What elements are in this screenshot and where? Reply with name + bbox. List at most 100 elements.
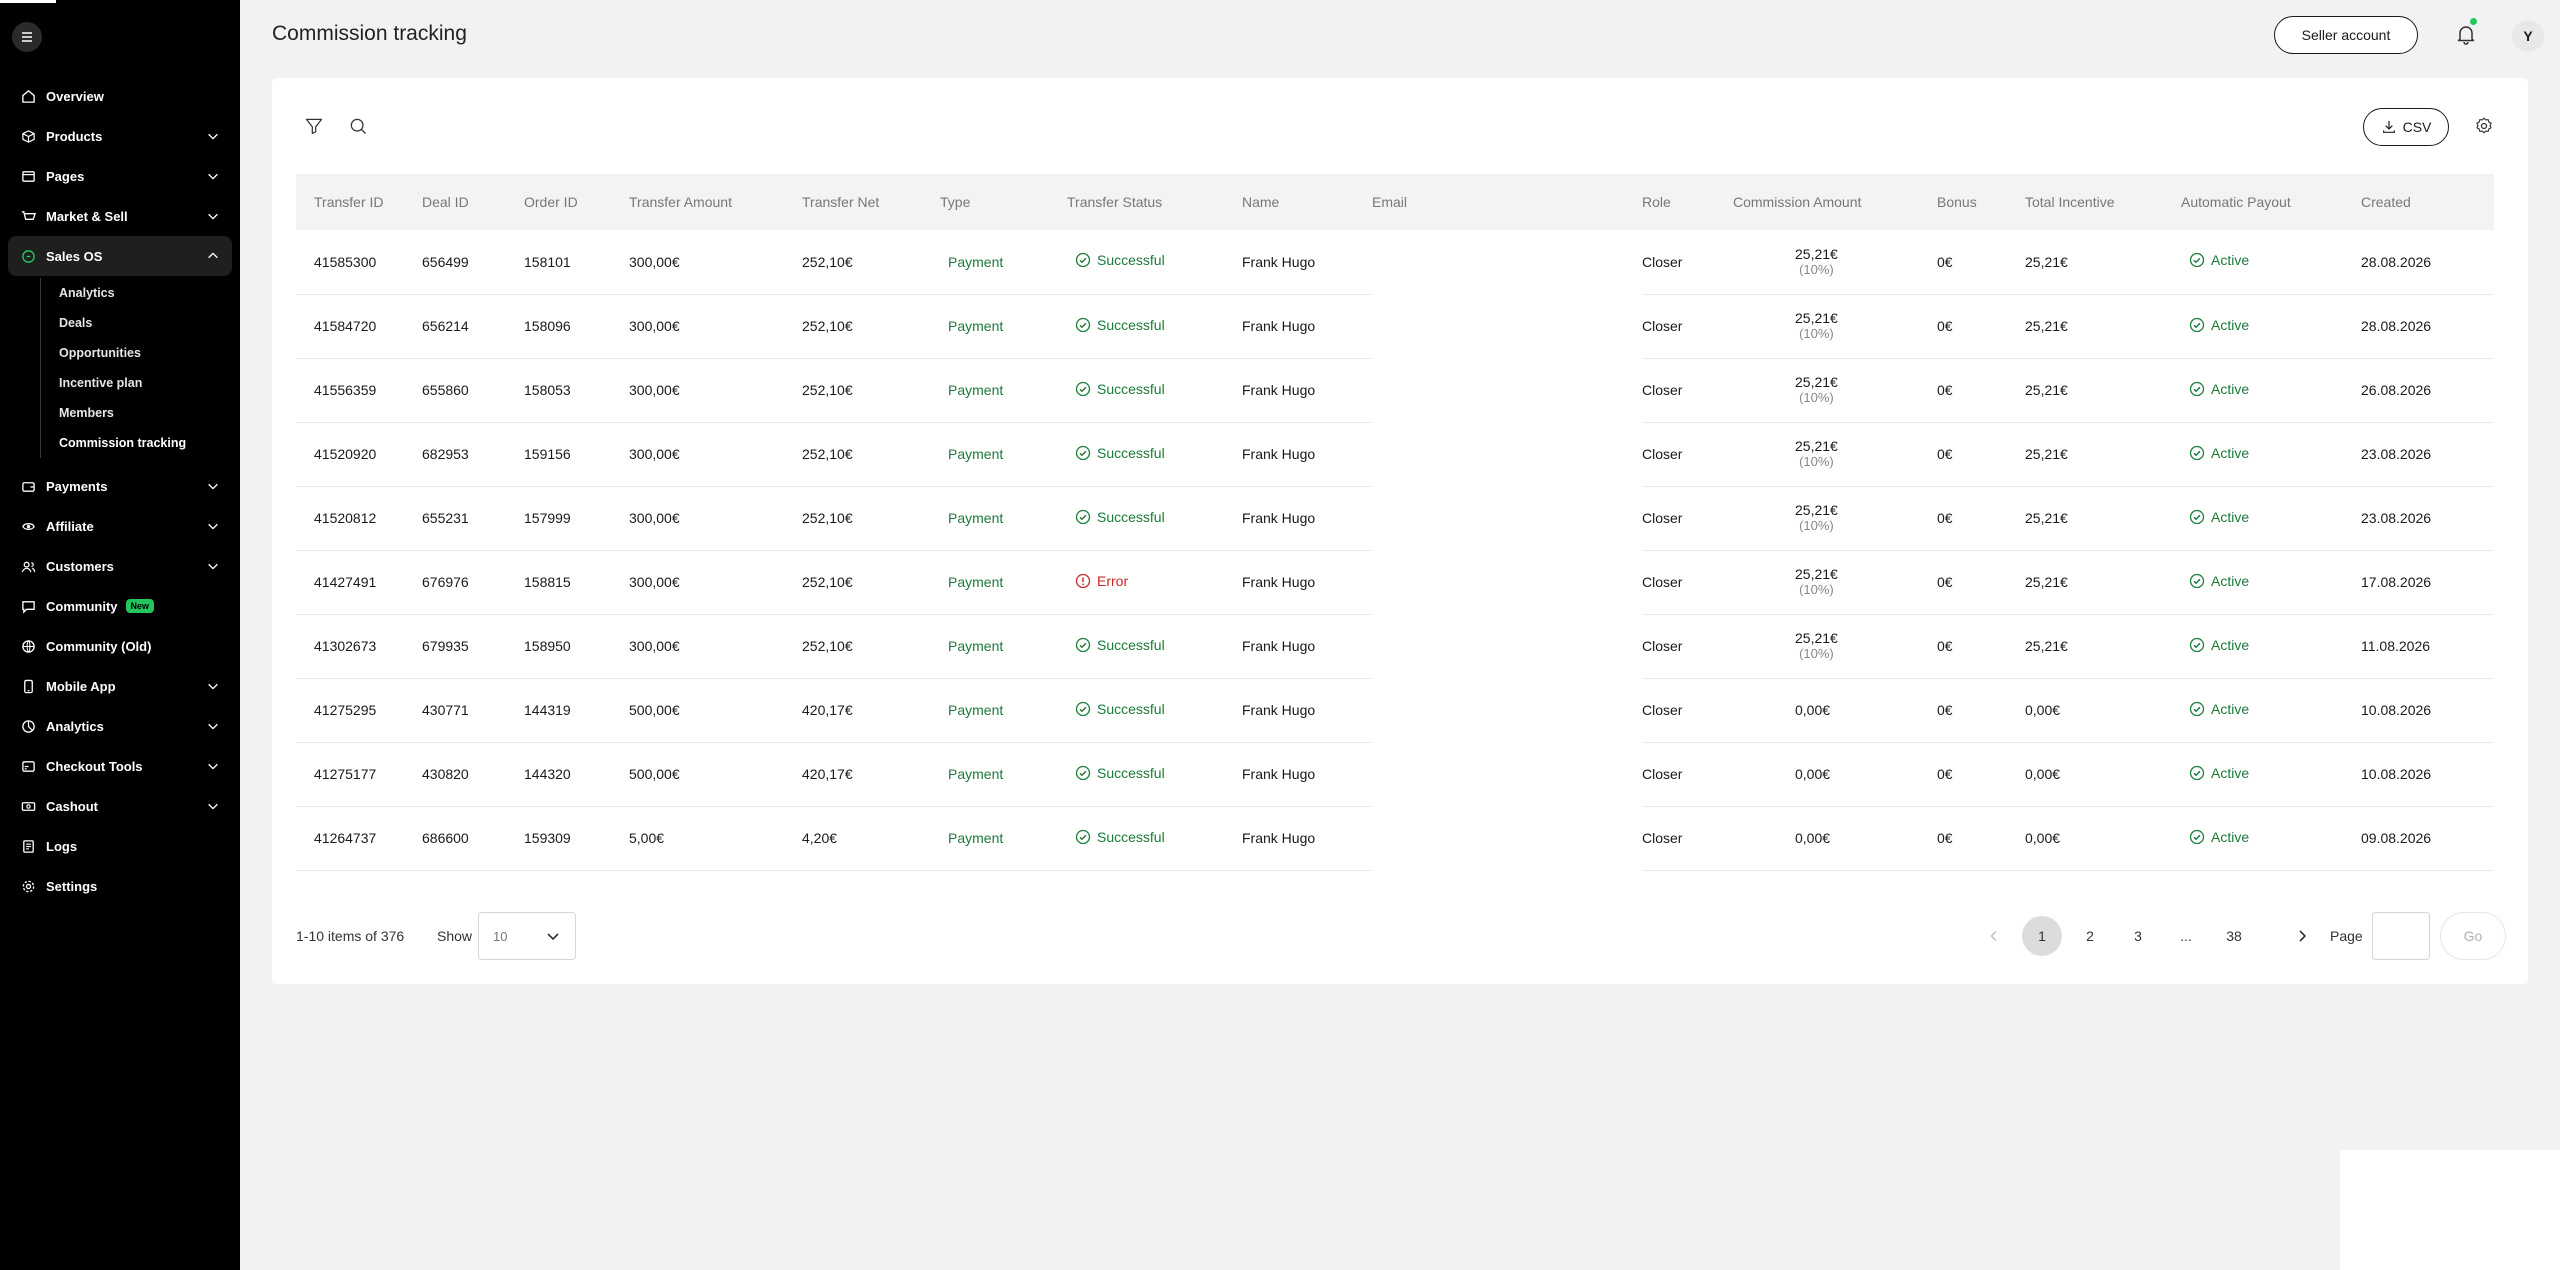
sidebar-item-sales-os[interactable]: Sales OS: [8, 236, 232, 276]
payout-badge: Active: [2189, 573, 2249, 589]
page-jump-input[interactable]: [2372, 912, 2430, 960]
csv-export-button[interactable]: CSV: [2363, 108, 2449, 146]
table-row[interactable]: 41520812 655231 157999 300,00€ 252,10€ Paymen…: [296, 486, 2494, 551]
sidebar-item-label: Logs: [46, 838, 78, 854]
total-incentive-cell: 25,21€: [2025, 358, 2181, 423]
items-count: 1-10 items of 376: [296, 928, 405, 944]
column-header-created[interactable]: Created: [2361, 174, 2494, 230]
column-header-commission-amount[interactable]: Commission Amount: [1733, 174, 1937, 230]
column-header-deal-id[interactable]: Deal ID: [422, 174, 524, 230]
column-header-role[interactable]: Role: [1642, 174, 1733, 230]
table-row[interactable]: 41520920 682953 159156 300,00€ 252,10€ Paymen…: [296, 422, 2494, 487]
name-cell: Frank Hugo: [1242, 230, 1372, 295]
sidebar-item-affiliate[interactable]: Affiliate: [8, 506, 232, 546]
sidebar-item-community[interactable]: Community New: [8, 586, 232, 626]
table-row[interactable]: 41275295 430771 144319 500,00€ 420,17€ Paymen…: [296, 678, 2494, 743]
bell-icon[interactable]: [2454, 22, 2478, 46]
sidebar-top-strip: [0, 0, 56, 3]
filter-icon[interactable]: [302, 114, 326, 138]
table-row[interactable]: 41585300 656499 158101 300,00€ 252,10€ Paymen…: [296, 230, 2494, 295]
page-button-3[interactable]: 3: [2118, 916, 2158, 956]
column-header-bonus[interactable]: Bonus: [1937, 174, 2025, 230]
status-badge: Successful: [1075, 252, 1165, 268]
column-header-automatic-payout[interactable]: Automatic Payout: [2181, 174, 2361, 230]
subnav-item-analytics[interactable]: Analytics: [59, 278, 232, 308]
page-button-2[interactable]: 2: [2070, 916, 2110, 956]
status-badge: Successful: [1075, 509, 1165, 525]
column-header-transfer-status[interactable]: Transfer Status: [1067, 174, 1242, 230]
table-row[interactable]: 41556359 655860 158053 300,00€ 252,10€ Paymen…: [296, 358, 2494, 423]
sidebar-item-customers[interactable]: Customers: [8, 546, 232, 586]
name-cell: Frank Hugo: [1242, 806, 1372, 871]
payout-badge: Active: [2189, 637, 2249, 653]
subnav-item-opportunities[interactable]: Opportunities: [59, 338, 232, 368]
transfer-net-cell: 252,10€: [802, 358, 940, 423]
status-text: Successful: [1097, 700, 1165, 717]
table-row[interactable]: 41264737 686600 159309 5,00€ 4,20€ Payment Suc…: [296, 806, 2494, 871]
next-page-button[interactable]: [2282, 916, 2322, 956]
column-header-name[interactable]: Name: [1242, 174, 1372, 230]
table-row[interactable]: 41302673 679935 158950 300,00€ 252,10€ Paymen…: [296, 614, 2494, 679]
table-row[interactable]: 41584720 656214 158096 300,00€ 252,10€ Paymen…: [296, 294, 2494, 359]
market-icon: [20, 208, 36, 224]
payout-badge: Active: [2189, 829, 2249, 845]
table-row[interactable]: 41275177 430820 144320 500,00€ 420,17€ Paymen…: [296, 742, 2494, 807]
column-header-type[interactable]: Type: [940, 174, 1067, 230]
prev-page-button[interactable]: [1974, 916, 2014, 956]
sidebar-item-checkout-tools[interactable]: Checkout Tools: [8, 746, 232, 786]
sidebar-item-market-sell[interactable]: Market & Sell: [8, 196, 232, 236]
column-header-email[interactable]: Email: [1372, 174, 1642, 230]
email-cell: [1372, 230, 1642, 294]
sidebar-item-logs[interactable]: Logs: [8, 826, 232, 866]
order-id-cell: 158053: [524, 358, 629, 423]
sidebar-item-products[interactable]: Products: [8, 116, 232, 156]
table-row[interactable]: 41427491 676976 158815 300,00€ 252,10€ Paymen…: [296, 550, 2494, 615]
gear-icon[interactable]: [2472, 114, 2496, 138]
check-circle-icon: [2189, 701, 2205, 716]
avatar[interactable]: Y: [2512, 20, 2544, 52]
column-header-order-id[interactable]: Order ID: [524, 174, 629, 230]
search-icon[interactable]: [346, 114, 370, 138]
sidebar-item-community-old[interactable]: Community (Old): [8, 626, 232, 666]
commission-card: CSV Transfer ID Deal ID Order ID Transfer A…: [272, 78, 2528, 984]
deal-id-cell: 655860: [422, 358, 524, 423]
logs-icon: [20, 838, 36, 854]
commission-amount-cell: 25,21€ (10%): [1733, 422, 1937, 487]
column-header-transfer-id[interactable]: Transfer ID: [296, 174, 422, 230]
go-button[interactable]: Go: [2440, 912, 2506, 960]
sidebar-item-label: Pages: [46, 168, 85, 184]
community-icon: [20, 598, 36, 614]
sidebar-item-payments[interactable]: Payments: [8, 466, 232, 506]
page-button-1[interactable]: 1: [2022, 916, 2062, 956]
automatic-payout-cell: Active: [2181, 422, 2361, 487]
commission-amount-cell: 25,21€ (10%): [1733, 358, 1937, 423]
transfer-net-cell: 252,10€: [802, 550, 940, 615]
sidebar-item-analytics[interactable]: Analytics: [8, 706, 232, 746]
subnav-item-commission-tracking[interactable]: Commission tracking: [59, 428, 232, 458]
column-header-transfer-net[interactable]: Transfer Net: [802, 174, 940, 230]
column-header-transfer-amount[interactable]: Transfer Amount: [629, 174, 802, 230]
sidebar-item-overview[interactable]: Overview: [8, 76, 232, 116]
column-header-total-incentive[interactable]: Total Incentive: [2025, 174, 2181, 230]
check-circle-icon: [2189, 637, 2205, 652]
sidebar-item-label: Community (Old): [46, 638, 152, 654]
subnav-item-members[interactable]: Members: [59, 398, 232, 428]
subnav-item-incentive-plan[interactable]: Incentive plan: [59, 368, 232, 398]
sidebar-item-cashout[interactable]: Cashout: [8, 786, 232, 826]
seller-account-button[interactable]: Seller account: [2274, 16, 2418, 54]
page-button-38[interactable]: 38: [2214, 916, 2254, 956]
role-cell: Closer: [1642, 230, 1733, 295]
status-badge: Successful: [1075, 829, 1165, 845]
page-size-select[interactable]: 10: [478, 912, 576, 960]
sidebar-item-pages[interactable]: Pages: [8, 156, 232, 196]
sidebar-item-mobile-app[interactable]: Mobile App: [8, 666, 232, 706]
sidebar-item-settings[interactable]: Settings: [8, 866, 232, 906]
created-cell: 23.08.2026: [2361, 422, 2494, 487]
pagination-ellipsis: ...: [2180, 928, 2192, 944]
menu-toggle-button[interactable]: [12, 22, 42, 52]
role-cell: Closer: [1642, 678, 1733, 743]
bonus-cell: 0€: [1937, 422, 2025, 487]
subnav-item-deals[interactable]: Deals: [59, 308, 232, 338]
payout-text: Active: [2211, 764, 2250, 781]
commission-amount-cell: 25,21€ (10%): [1733, 294, 1937, 359]
